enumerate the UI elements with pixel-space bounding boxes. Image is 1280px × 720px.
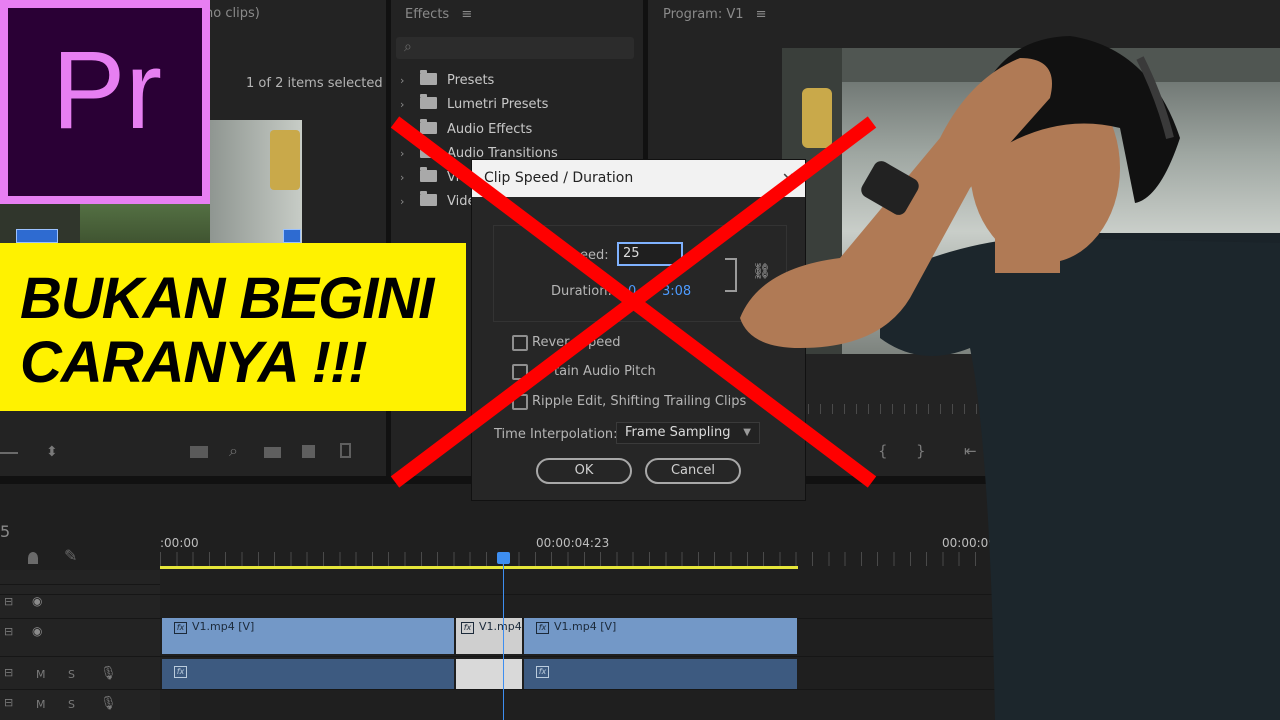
expand-arrow-icon[interactable]: › (400, 70, 414, 92)
clip-name: V1.mp4 [V] (554, 620, 617, 633)
banner-line-2: CARANYA !!! (20, 330, 368, 395)
mute-button[interactable]: M (36, 698, 46, 711)
video-clip-selected[interactable]: fx V1.mp4 (456, 618, 522, 654)
project-panel-header: no clips) (205, 6, 260, 21)
fx-badge-icon: fx (174, 666, 187, 678)
clip-name: V1.mp4 (479, 620, 522, 633)
automate-icon[interactable] (190, 446, 208, 458)
toggle-sync-lock-icon[interactable]: ⊟ (4, 595, 13, 608)
microphone-icon[interactable]: 🎙 (100, 696, 117, 711)
new-item-icon[interactable] (302, 445, 315, 458)
audio-clip[interactable]: fx (162, 659, 454, 689)
program-monitor-title: Program: V1 (663, 7, 744, 22)
toggle-sync-lock-icon[interactable]: ⊟ (4, 696, 13, 709)
effects-item-label: Presets (447, 73, 495, 88)
panel-menu-icon[interactable]: ≡ (461, 7, 472, 22)
logo-text: Pr (52, 29, 162, 152)
ruler-time-mid: 00:00:04:23 (536, 536, 610, 550)
search-icon: ⌕ (404, 39, 412, 55)
video-audio-icon (16, 229, 58, 243)
fx-badge-icon: fx (536, 666, 549, 678)
premiere-pro-logo-inner: Pr (8, 8, 202, 196)
sequence-icon (283, 229, 301, 243)
ruler-time-start: :00:00 (160, 536, 199, 550)
clip-name: V1.mp4 [V] (192, 620, 255, 633)
toggle-sync-lock-icon[interactable]: ⊟ (4, 625, 13, 638)
presenter-photo (740, 36, 1280, 720)
mute-button[interactable]: M (36, 668, 46, 681)
eye-icon[interactable]: ◉ (32, 624, 42, 638)
track-header-area (0, 570, 160, 720)
effects-search-input[interactable]: ⌕ (396, 37, 634, 59)
sequence-tab[interactable]: 5 (0, 522, 10, 541)
solo-button[interactable]: S (68, 668, 75, 681)
sort-icon[interactable]: ⬍ (46, 444, 58, 460)
playhead[interactable] (503, 554, 504, 720)
microphone-icon[interactable]: 🎙 (100, 666, 117, 681)
wrench-icon[interactable]: ✎ (64, 546, 77, 565)
selection-count: 1 of 2 items selected (246, 76, 383, 91)
toggle-sync-lock-icon[interactable]: ⊟ (4, 666, 13, 679)
effects-header-wrap: Effects ≡ (405, 7, 472, 22)
effects-item-presets[interactable]: › Presets (400, 70, 494, 92)
playhead-handle[interactable] (497, 552, 510, 564)
work-area-bar[interactable] (160, 566, 798, 569)
snap-icon[interactable] (28, 552, 38, 564)
solo-button[interactable]: S (68, 698, 75, 711)
audio-clip-selected[interactable] (456, 659, 522, 689)
new-bin-icon[interactable] (264, 447, 281, 458)
fx-badge-icon: fx (461, 622, 474, 634)
eye-icon[interactable]: ◉ (32, 594, 42, 608)
find-icon[interactable]: ⌕ (229, 441, 238, 461)
track-v3 (0, 570, 160, 585)
zoom-slider[interactable] (0, 452, 18, 454)
yellow-banner: BUKAN BEGINI CARANYA !!! (0, 243, 466, 411)
fx-badge-icon: fx (536, 622, 549, 634)
fx-badge-icon: fx (174, 622, 187, 634)
banner-line-1: BUKAN BEGINI (20, 266, 434, 331)
preset-folder-icon (420, 70, 437, 85)
trash-icon[interactable] (340, 443, 351, 458)
effects-panel-title: Effects (405, 7, 450, 22)
video-clip[interactable]: fx V1.mp4 [V] (162, 618, 454, 654)
